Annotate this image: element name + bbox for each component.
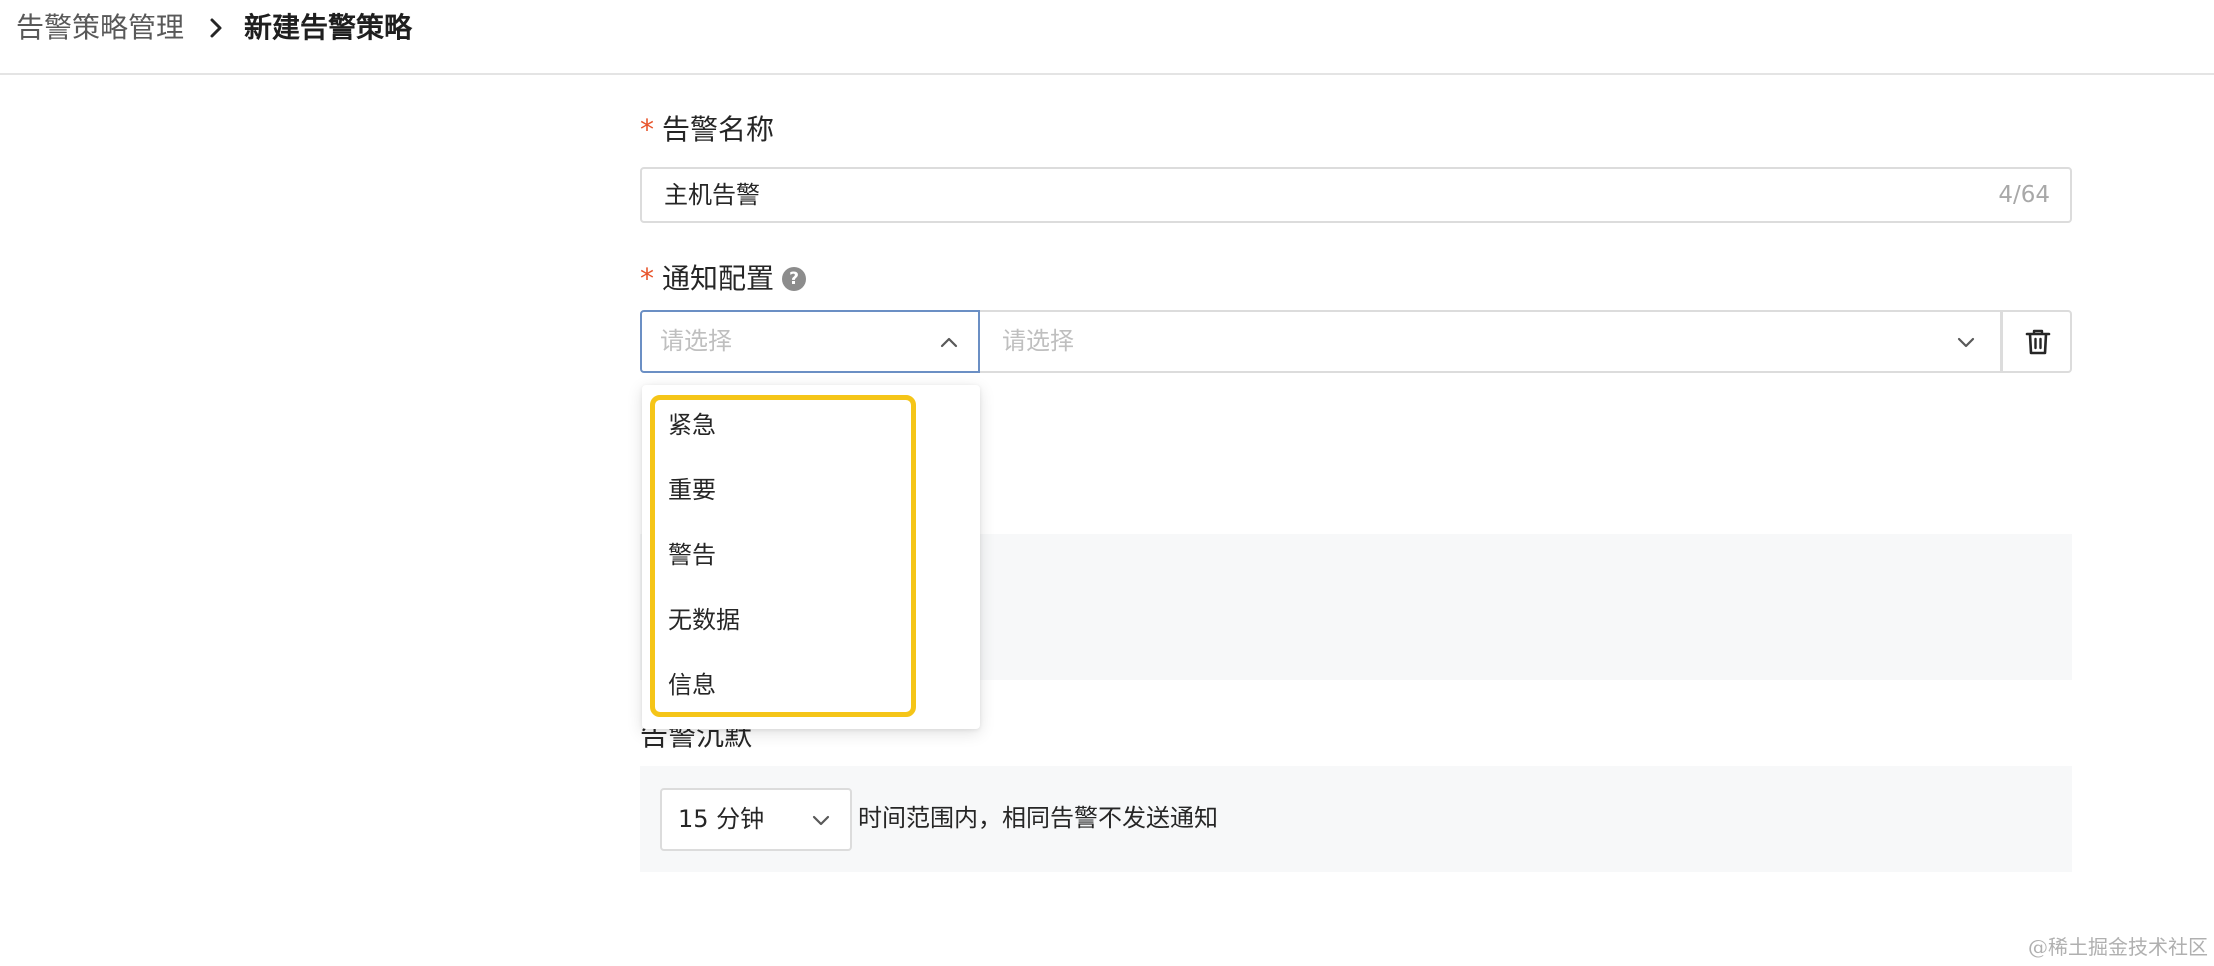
dropdown-option-warning[interactable]: 警告 — [668, 535, 716, 575]
chevron-down-icon — [812, 815, 830, 826]
breadcrumb-current: 新建告警策略 — [244, 11, 413, 44]
alert-name-label: * 告警名称 — [640, 113, 775, 146]
severity-select-placeholder: 请选择 — [660, 327, 732, 355]
alert-name-value: 主机告警 — [664, 181, 760, 209]
dropdown-option-important[interactable]: 重要 — [668, 470, 716, 510]
required-mark: * — [640, 113, 654, 146]
help-icon[interactable]: ? — [782, 267, 806, 291]
required-mark: * — [640, 262, 654, 295]
alert-name-input[interactable]: 主机告警 4/64 — [640, 167, 2072, 223]
silence-duration-value: 15 分钟 — [678, 805, 765, 833]
notify-target-placeholder: 请选择 — [1002, 327, 1074, 355]
silence-panel — [640, 766, 2072, 872]
silence-description: 时间范围内，相同告警不发送通知 — [858, 804, 1218, 832]
chevron-up-icon — [940, 337, 958, 348]
breadcrumb-parent[interactable]: 告警策略管理 — [16, 8, 184, 48]
dropdown-option-info[interactable]: 信息 — [668, 665, 716, 705]
watermark: @稀土掘金技术社区 — [2028, 935, 2208, 959]
delete-button[interactable] — [2001, 310, 2072, 373]
silence-duration-select[interactable]: 15 分钟 — [660, 788, 852, 851]
chevron-right-icon — [210, 18, 222, 38]
severity-select[interactable]: 请选择 — [640, 310, 980, 373]
dropdown-option-no-data[interactable]: 无数据 — [668, 600, 740, 640]
severity-dropdown: 紧急 重要 警告 无数据 信息 — [642, 385, 980, 729]
chevron-down-icon — [1957, 337, 1975, 348]
dropdown-option-urgent[interactable]: 紧急 — [668, 405, 716, 445]
notify-target-select[interactable]: 请选择 — [980, 310, 2002, 373]
char-count: 4/64 — [1998, 182, 2050, 208]
trash-icon — [2025, 329, 2051, 355]
page-header: 告警策略管理 新建告警策略 — [0, 0, 2214, 75]
notify-config-label: * 通知配置 — [640, 262, 775, 295]
